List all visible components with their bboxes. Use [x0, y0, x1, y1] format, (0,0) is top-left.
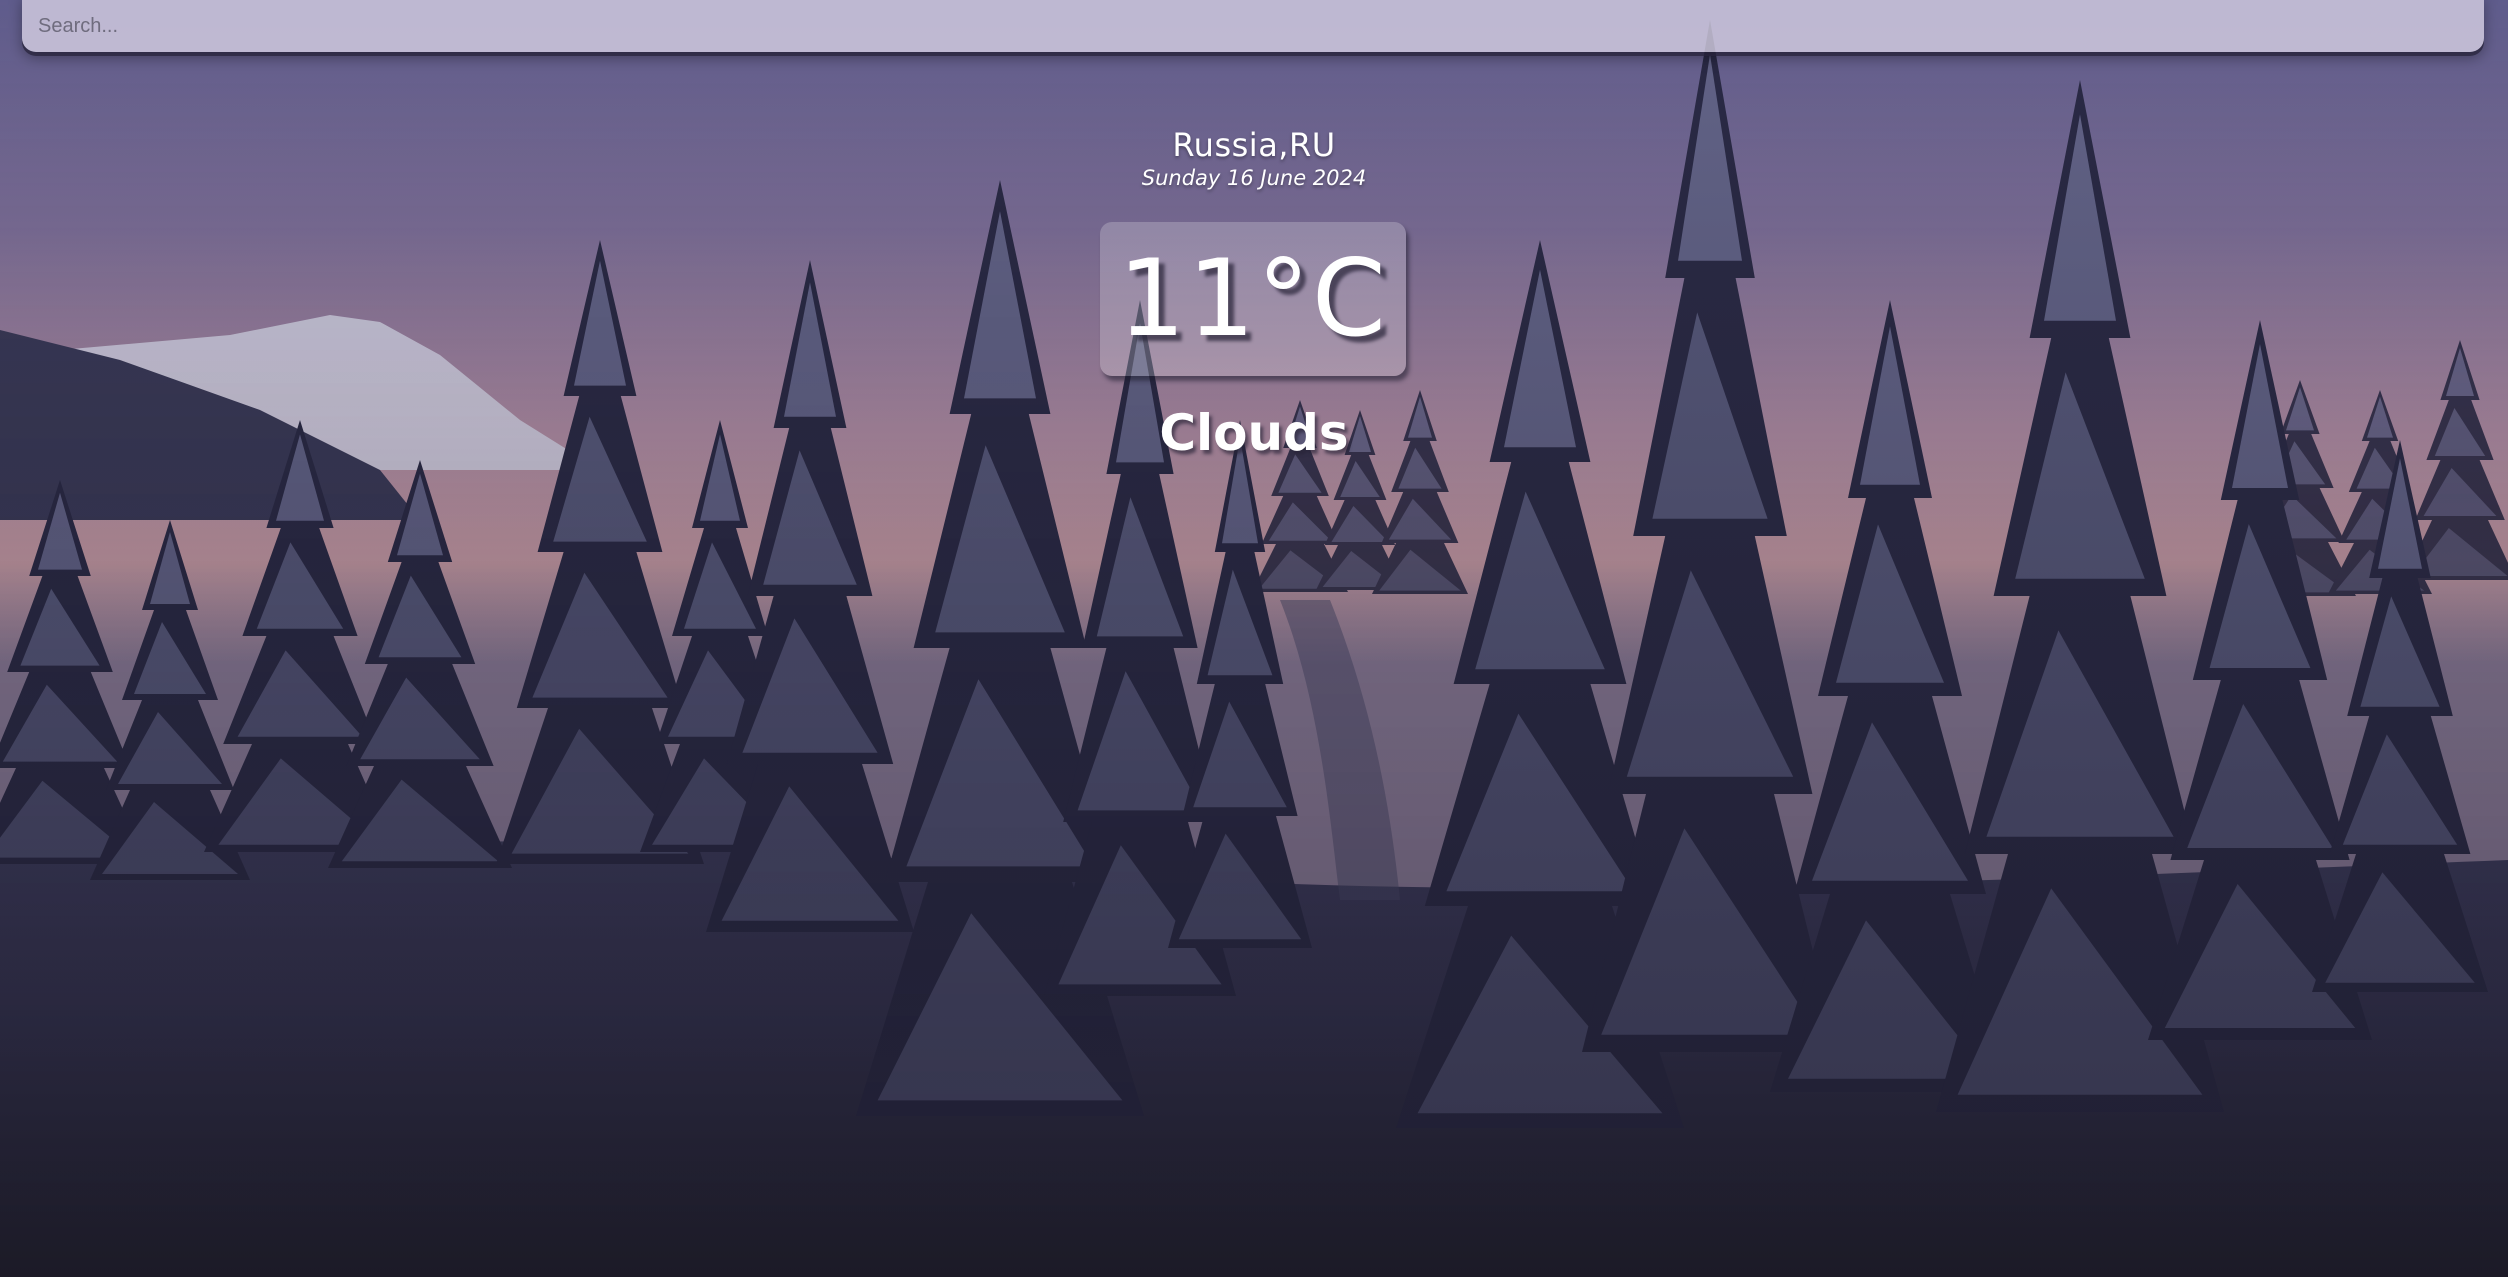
temperature-value: 11°C — [1118, 237, 1388, 360]
search-input[interactable] — [22, 0, 2484, 52]
weather-condition: Clouds — [1159, 404, 1349, 462]
temperature-card: 11°C — [1100, 222, 1406, 376]
location-label: Russia,RU — [1172, 126, 1336, 164]
date-label: Sunday 16 June 2024 — [1141, 166, 1367, 190]
search-bar — [22, 0, 2484, 52]
background-image — [0, 0, 2508, 1277]
